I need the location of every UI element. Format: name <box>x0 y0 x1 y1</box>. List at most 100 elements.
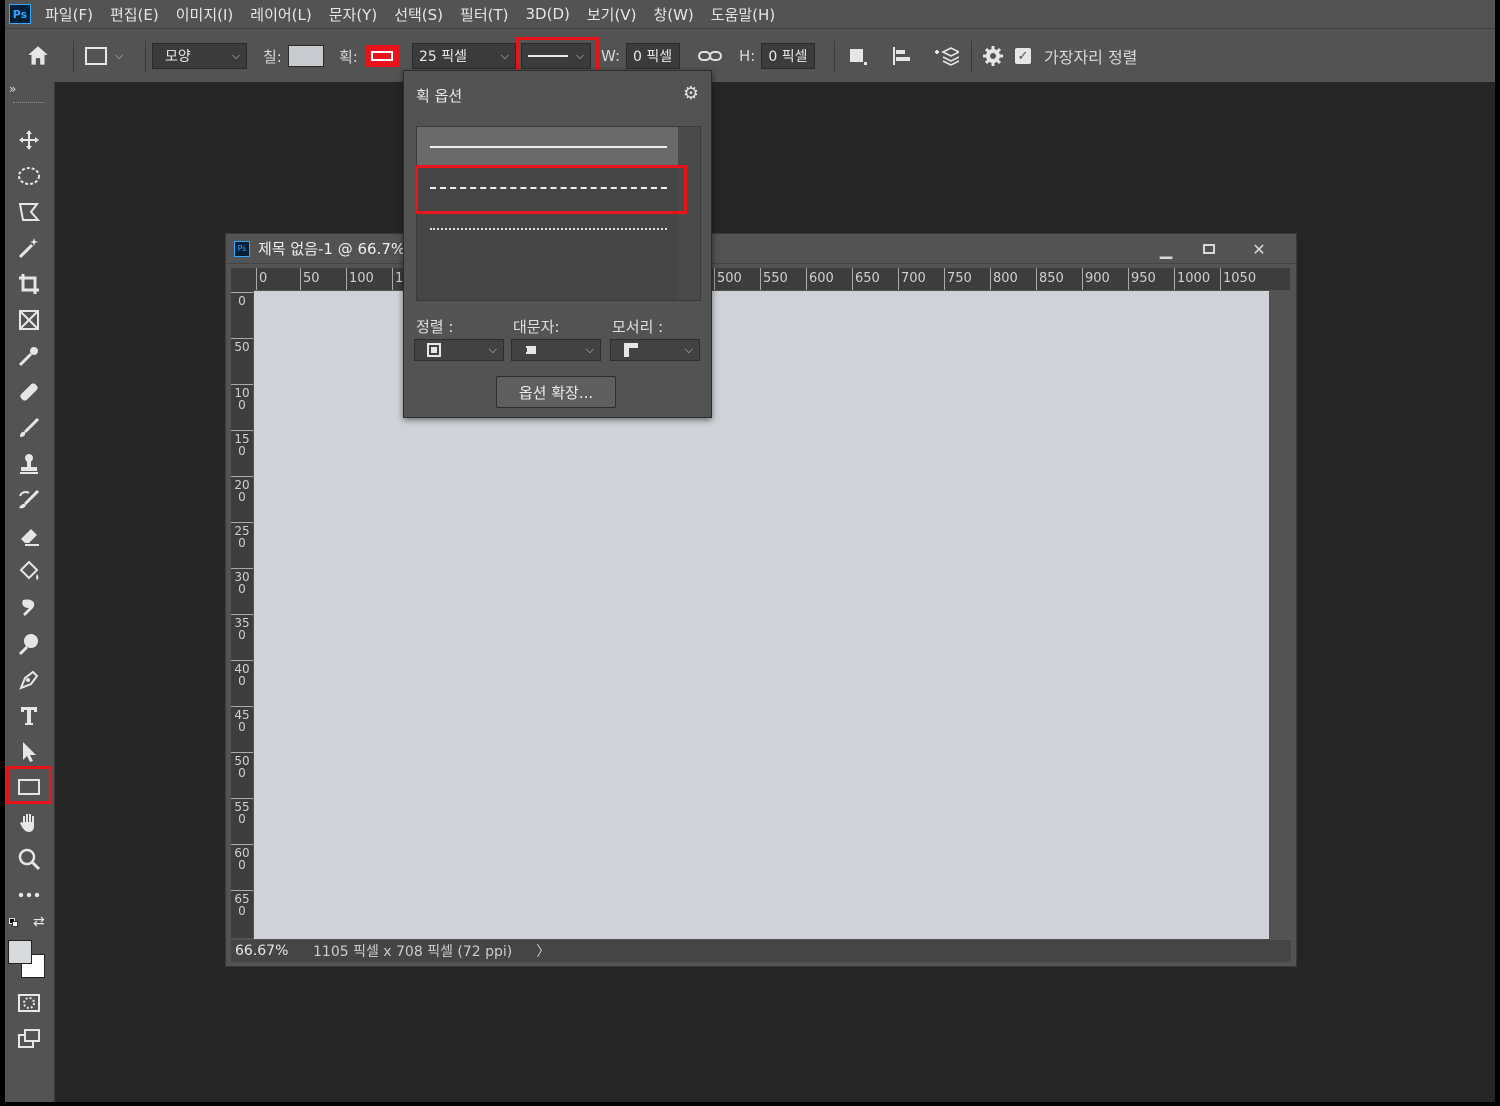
height-field[interactable]: 0 픽셀 <box>761 43 816 69</box>
eyedropper-icon <box>18 347 38 367</box>
separator <box>971 41 972 73</box>
stroke-align-inside-icon <box>427 343 441 357</box>
quick-mask-button[interactable] <box>13 988 45 1018</box>
corners-select[interactable]: ⌵ <box>610 339 700 361</box>
pen-tool[interactable] <box>13 665 45 695</box>
path-selection-tool[interactable] <box>13 737 45 767</box>
crop-tool[interactable] <box>13 269 45 299</box>
menu-filter[interactable]: 필터(T) <box>460 4 508 25</box>
hand-tool[interactable] <box>13 808 45 838</box>
checkbox-checked-icon: ✓ <box>1015 48 1031 64</box>
healing-brush-tool[interactable] <box>13 377 45 407</box>
panel-grip[interactable] <box>13 102 45 104</box>
stroke-width-value: 25 픽셀 <box>419 49 468 65</box>
type-icon <box>21 707 37 725</box>
menu-3d[interactable]: 3D(D) <box>526 5 570 23</box>
frame-tool[interactable] <box>13 305 45 335</box>
ruler-origin[interactable] <box>231 268 252 290</box>
ruler-tick: 500 <box>231 752 253 779</box>
menu-help[interactable]: 도움말(H) <box>711 4 775 25</box>
menu-type[interactable]: 문자(Y) <box>329 4 377 25</box>
type-tool[interactable] <box>13 701 45 731</box>
stroke-style-solid[interactable] <box>417 127 679 167</box>
ruler-tick: 0 <box>256 268 267 290</box>
path-operations-button[interactable] <box>848 29 868 83</box>
menu-file[interactable]: 파일(F) <box>45 4 93 25</box>
menu-view[interactable]: 보기(V) <box>587 4 637 25</box>
ruler-tick: 350 <box>231 614 253 641</box>
swap-colors-icon[interactable]: ⇄ <box>33 914 45 930</box>
menu-image[interactable]: 이미지(I) <box>176 4 234 25</box>
more-options-button[interactable]: 옵션 확장... <box>496 376 616 408</box>
paint-bucket-tool[interactable] <box>13 557 45 587</box>
zoom-tool[interactable] <box>13 844 45 874</box>
ruler-tick: 600 <box>806 268 834 290</box>
minimize-button[interactable]: ▁ <box>1151 237 1181 261</box>
chevron-down-icon: ⌵ <box>115 49 124 62</box>
photoshop-window: Ps 파일(F) 편집(E) 이미지(I) 레이어(L) 문자(Y) 선택(S)… <box>5 0 1495 1102</box>
ruler-tick: 900 <box>1082 268 1110 290</box>
stroke-width-field[interactable]: 25 픽셀 ⌵ <box>412 43 516 69</box>
chevron-right-icon[interactable]: 〉 <box>536 941 550 961</box>
ruler-tick: 400 <box>231 660 253 687</box>
width-field[interactable]: 0 픽셀 <box>626 43 681 69</box>
eraser-icon <box>21 529 39 546</box>
ruler-tick: 600 <box>231 844 253 871</box>
corners-label: 모서리 : <box>612 318 664 336</box>
menu-edit[interactable]: 편집(E) <box>110 4 159 25</box>
ruler-tick: 700 <box>898 268 926 290</box>
gear-icon[interactable]: ⚙ <box>683 83 699 104</box>
chevron-down-icon: ⌵ <box>488 343 497 356</box>
move-tool[interactable] <box>13 125 45 155</box>
document-tab[interactable]: Ps 제목 없음-1 @ 66.7% ▁ ✕ <box>226 234 1296 264</box>
caps-select[interactable]: ⌵ <box>511 339 601 361</box>
clone-stamp-tool[interactable] <box>13 449 45 479</box>
ruler-tick: 100 <box>346 268 374 290</box>
edit-toolbar-button[interactable] <box>13 880 45 910</box>
vertical-ruler[interactable]: 0 50 100 150 200 250 300 350 400 450 500… <box>231 290 253 938</box>
screen-mode-button[interactable] <box>13 1024 45 1054</box>
height-label: H: <box>739 47 756 65</box>
zoom-level[interactable]: 66.67% <box>235 943 313 959</box>
close-icon: ✕ <box>1252 239 1266 259</box>
brush-icon <box>20 417 40 437</box>
geometry-settings-button[interactable] <box>982 29 1004 83</box>
panel-collapse-icon[interactable]: » <box>9 82 16 96</box>
smudge-tool[interactable] <box>13 593 45 623</box>
menu-window[interactable]: 창(W) <box>653 4 693 25</box>
eraser-tool[interactable] <box>13 521 45 551</box>
ruler-tick: 1050 <box>1220 268 1256 290</box>
path-alignment-button[interactable] <box>891 29 913 83</box>
menu-layer[interactable]: 레이어(L) <box>250 4 311 25</box>
elliptical-marquee-tool[interactable] <box>13 161 45 191</box>
ruler-tick: 200 <box>231 476 253 503</box>
chevron-down-icon: ⌵ <box>231 49 240 62</box>
home-button[interactable] <box>25 29 51 83</box>
align-label: 정렬 : <box>416 318 454 336</box>
crop-icon <box>19 274 39 294</box>
align-select[interactable]: ⌵ <box>414 339 504 361</box>
path-arrangement-button[interactable] <box>933 29 959 83</box>
foreground-color-swatch[interactable] <box>8 940 32 964</box>
mode-select[interactable]: 모양 ⌵ <box>152 43 247 69</box>
align-edges-checkbox[interactable]: ✓ 가장자리 정렬 <box>1015 29 1137 83</box>
polygonal-lasso-tool[interactable] <box>13 197 45 227</box>
history-brush-tool[interactable] <box>13 485 45 515</box>
rectangle-icon <box>85 47 107 65</box>
dodge-tool[interactable] <box>13 629 45 659</box>
align-left-icon <box>893 47 910 65</box>
stroke-swatch[interactable] <box>364 45 399 67</box>
default-colors-icon[interactable] <box>9 918 19 928</box>
brush-tool[interactable] <box>13 413 45 443</box>
menu-select[interactable]: 선택(S) <box>394 4 443 25</box>
tool-preset-picker[interactable]: ⌵ <box>85 29 123 83</box>
maximize-button[interactable] <box>1194 237 1224 261</box>
magic-wand-tool[interactable] <box>13 233 45 263</box>
eyedropper-tool[interactable] <box>13 341 45 371</box>
stroke-style-dotted[interactable] <box>417 209 679 249</box>
screen-mode-icon <box>18 1029 40 1048</box>
fill-swatch[interactable] <box>287 45 324 67</box>
lasso-icon <box>18 203 41 221</box>
close-button[interactable]: ✕ <box>1244 237 1274 261</box>
magic-wand-icon <box>18 238 38 259</box>
